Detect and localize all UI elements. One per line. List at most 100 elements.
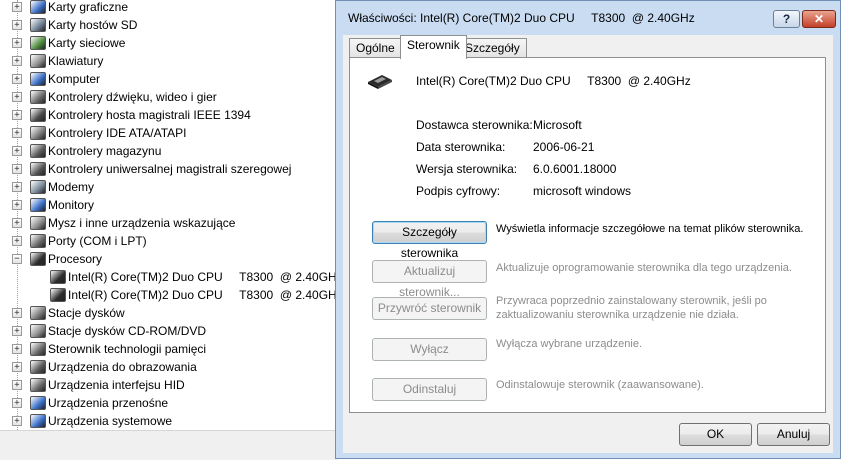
tree-category-item[interactable]: + Modemy: [0, 178, 340, 196]
tree-category-item[interactable]: + Stacje dysków: [0, 304, 340, 322]
expand-icon[interactable]: +: [12, 110, 22, 120]
processor-icon: [50, 270, 66, 284]
tree-category-item[interactable]: − Procesory: [0, 250, 340, 268]
modem-icon: [30, 180, 46, 194]
expand-icon[interactable]: +: [12, 146, 22, 156]
date-label: Data sterownika:: [416, 140, 506, 154]
expand-icon[interactable]: +: [12, 416, 22, 426]
ieee1394-icon: [30, 108, 46, 122]
driver-details-button[interactable]: Szczegóły sterownika: [372, 221, 487, 260]
horizontal-scrollbar[interactable]: [0, 430, 338, 460]
computer-icon: [30, 72, 46, 86]
disable-button[interactable]: Wyłącz: [372, 338, 487, 361]
expand-icon[interactable]: +: [12, 326, 22, 336]
tab-driver[interactable]: Sterownik: [400, 35, 467, 59]
expand-icon[interactable]: +: [12, 164, 22, 174]
uninstall-button[interactable]: Odinstaluj: [372, 378, 487, 401]
tree-category-item[interactable]: + Kontrolery IDE ATA/ATAPI: [0, 124, 340, 142]
portable-device-icon: [30, 396, 46, 410]
version-value: 6.0.6001.18000: [533, 162, 617, 176]
tree-item-label: Kontrolery dźwięku, wideo i gier: [48, 90, 217, 104]
tree-category-item[interactable]: + Mysz i inne urządzenia wskazujące: [0, 214, 340, 232]
expand-icon[interactable]: +: [12, 344, 22, 354]
display-adapter-icon: [30, 0, 46, 14]
collapse-icon[interactable]: −: [12, 254, 22, 264]
properties-dialog: Właściwości: Intel(R) Core(TM)2 Duo CPU …: [335, 0, 841, 459]
dialog-client-area: Ogólne Sterownik Szczegóły Intel(R) Core…: [343, 35, 833, 453]
tree-item-label: Karty hostów SD: [48, 18, 138, 32]
tree-item-label: Urządzenia do obrazowania: [48, 360, 197, 374]
tree-category-item[interactable]: + Klawiatury: [0, 52, 340, 70]
tree-category-item[interactable]: + Karty hostów SD: [0, 16, 340, 34]
expand-icon[interactable]: +: [12, 2, 22, 12]
update-driver-desc: Aktualizuje oprogramowanie sterownika dl…: [496, 262, 792, 274]
expand-icon[interactable]: +: [12, 74, 22, 84]
tab-details[interactable]: Szczegóły: [458, 38, 527, 58]
tree-category-item[interactable]: + Porty (COM i LPT): [0, 232, 340, 250]
usb-icon: [30, 162, 46, 176]
device-name: Intel(R) Core(TM)2 Duo CPU T8300 @ 2.40G…: [416, 74, 691, 88]
storage-controller-icon: [30, 144, 46, 158]
expand-icon[interactable]: +: [12, 398, 22, 408]
expand-icon[interactable]: +: [12, 308, 22, 318]
tree-item-label: Urządzenia interfejsu HID: [48, 378, 185, 392]
tree-category-item[interactable]: + Karty graficzne: [0, 0, 340, 16]
tree-item-label: Procesory: [48, 252, 103, 266]
tree-item-label: Kontrolery IDE ATA/ATAPI: [48, 126, 187, 140]
ok-button[interactable]: OK: [679, 423, 752, 446]
keyboard-icon: [30, 54, 46, 68]
sd-host-icon: [30, 18, 46, 32]
tree-category-item[interactable]: + Komputer: [0, 70, 340, 88]
disk-drive-icon: [30, 306, 46, 320]
expand-icon[interactable]: +: [12, 38, 22, 48]
title-bar[interactable]: Właściwości: Intel(R) Core(TM)2 Duo CPU …: [336, 1, 840, 35]
tree-item-label: Komputer: [48, 72, 101, 86]
tree-item-label: Modemy: [48, 180, 95, 194]
tree-category-item[interactable]: + Kontrolery hosta magistrali IEEE 1394: [0, 106, 340, 124]
expand-icon[interactable]: +: [12, 200, 22, 210]
close-button[interactable]: ✕: [802, 10, 836, 28]
tree-category-item[interactable]: + Kontrolery uniwersalnej magistrali szer…: [0, 160, 340, 178]
tree-category-item[interactable]: + Kontrolery magazynu: [0, 142, 340, 160]
expand-icon[interactable]: +: [12, 182, 22, 192]
tree-category-item[interactable]: + Monitory: [0, 196, 340, 214]
tree-item-label: Monitory: [48, 198, 95, 212]
cancel-button[interactable]: Anuluj: [757, 423, 830, 446]
tree-category-item[interactable]: + Sterownik technologii pamięci: [0, 340, 340, 358]
tree-item-label: Urządzenia systemowe: [48, 414, 173, 428]
expand-icon[interactable]: +: [12, 362, 22, 372]
tree-category-item[interactable]: + Urządzenia przenośne: [0, 394, 340, 412]
tree-category-item[interactable]: + Urządzenia do obrazowania: [0, 358, 340, 376]
tree-item-label: Karty graficzne: [48, 0, 129, 14]
tree-category-item[interactable]: + Urządzenia interfejsu HID: [0, 376, 340, 394]
help-button[interactable]: ?: [773, 10, 800, 28]
network-adapter-icon: [30, 36, 46, 50]
device-tree[interactable]: + Karty graficzne + Karty hostów SD + Karty s…: [0, 0, 343, 430]
tree-category-item[interactable]: + Urządzenia systemowe: [0, 412, 340, 430]
expand-icon[interactable]: +: [12, 56, 22, 66]
version-label: Wersja sterownika:: [416, 162, 518, 176]
tree-category-item[interactable]: + Kontrolery dźwięku, wideo i gier: [0, 88, 340, 106]
cdrom-icon: [30, 324, 46, 338]
expand-icon[interactable]: +: [12, 92, 22, 102]
expand-icon[interactable]: +: [12, 128, 22, 138]
tree-item-label: Porty (COM i LPT): [48, 234, 147, 248]
update-driver-button[interactable]: Aktualizuj sterownik...: [372, 260, 487, 299]
tree-child-item[interactable]: Intel(R) Core(TM)2 Duo CPU T8300 @ 2.40G…: [0, 286, 343, 304]
tree-child-item[interactable]: Intel(R) Core(TM)2 Duo CPU T8300 @ 2.40G…: [0, 268, 343, 286]
tree-item-label: Intel(R) Core(TM)2 Duo CPU T8300 @ 2.40G…: [68, 270, 343, 284]
provider-value: Microsoft: [533, 118, 582, 132]
expand-icon[interactable]: +: [12, 20, 22, 30]
expand-icon[interactable]: +: [12, 380, 22, 390]
tree-category-item[interactable]: + Stacje dysków CD-ROM/DVD: [0, 322, 340, 340]
rollback-driver-button[interactable]: Przywróć sterownik: [372, 297, 487, 320]
tree-category-item[interactable]: + Karty sieciowe: [0, 34, 340, 52]
tree-item-label: Kontrolery uniwersalnej magistrali szere…: [48, 162, 292, 176]
sound-icon: [30, 90, 46, 104]
memory-icon: [30, 342, 46, 356]
provider-label: Dostawca sterownika:: [416, 118, 533, 132]
expand-icon[interactable]: +: [12, 236, 22, 246]
uninstall-desc: Odinstalowuje sterownik (zaawansowane).: [496, 379, 704, 391]
tab-general[interactable]: Ogólne: [349, 38, 402, 58]
expand-icon[interactable]: +: [12, 218, 22, 228]
